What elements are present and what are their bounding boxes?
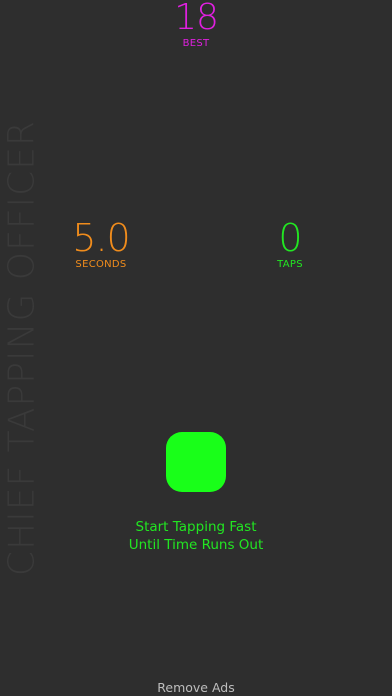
instructions-text: Start Tapping Fast Until Time Runs Out: [0, 518, 392, 554]
app-name-watermark: CHIEF TAPPING OFFICER: [1, 119, 43, 577]
taps-value: 0: [278, 216, 302, 260]
best-score-value: 18: [174, 0, 219, 38]
remove-ads-button[interactable]: Remove Ads: [0, 680, 392, 695]
seconds-value: 5.0: [72, 216, 130, 260]
seconds-label: SECONDS: [75, 259, 127, 270]
tap-button[interactable]: [166, 432, 226, 492]
instructions-line-1: Start Tapping Fast: [135, 519, 257, 535]
taps-counter: 0 TAPS: [230, 218, 350, 270]
best-score-label: BEST: [182, 38, 210, 49]
instructions-line-2: Until Time Runs Out: [128, 537, 264, 553]
taps-label: TAPS: [277, 259, 303, 270]
seconds-counter: 5.0 SECONDS: [41, 218, 161, 270]
